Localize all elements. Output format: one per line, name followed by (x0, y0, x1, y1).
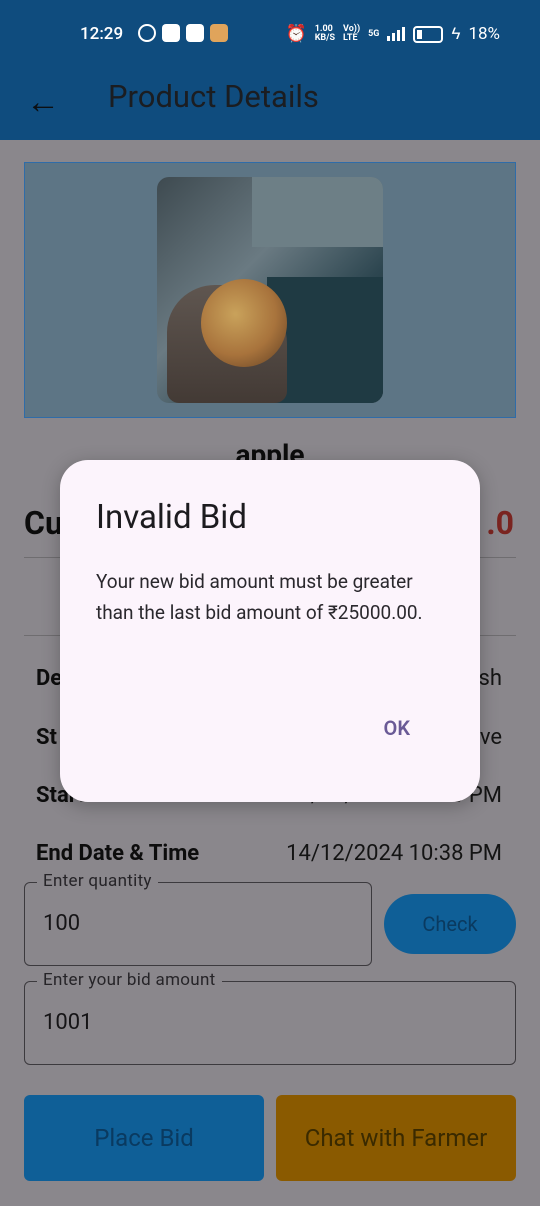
charging-icon: ϟ (451, 24, 461, 44)
end-date-value: 14/12/2024 10:38 PM (286, 841, 502, 866)
detail-label: St (36, 725, 57, 750)
ok-button[interactable]: OK (384, 716, 410, 740)
detail-value: sh (478, 666, 502, 691)
bid-field-label: Enter your bid amount (37, 970, 222, 990)
notification-icons (138, 24, 228, 42)
invalid-bid-dialog: Invalid Bid Your new bid amount must be … (60, 460, 480, 802)
status-indicators: ⏰ 1.00 KB/S Vo)) LTE 5G ϟ 18% (286, 24, 500, 44)
price-label: Cu (24, 504, 63, 542)
network-speed: 1.00 KB/S (314, 24, 336, 43)
product-photo (157, 177, 383, 403)
alarm-icon: ⏰ (285, 24, 307, 44)
photo-apple (201, 279, 287, 367)
detail-value: ve (479, 725, 502, 750)
quantity-field-label: Enter quantity (37, 871, 158, 891)
end-date-label: End Date & Time (36, 841, 200, 866)
bid-value[interactable]: 1001 (43, 1010, 92, 1035)
app-notification-icon (210, 24, 228, 42)
volte-indicator: Vo)) LTE (343, 24, 361, 43)
dialog-message: Your new bid amount must be greater than… (96, 570, 423, 624)
place-bid-button[interactable]: Place Bid (24, 1095, 264, 1181)
screen: 12:29 ⏰ 1.00 KB/S Vo)) LTE 5G ϟ 18% ← Pr… (0, 0, 540, 1206)
price-value: .0 (486, 504, 514, 542)
signal-icon (387, 27, 406, 41)
page-title: Product Details (108, 78, 319, 115)
status-bar: 12:29 ⏰ 1.00 KB/S Vo)) LTE 5G ϟ 18% (0, 0, 540, 68)
dialog-title: Invalid Bid (96, 498, 247, 537)
five-g-indicator: 5G (368, 28, 380, 39)
quantity-value[interactable]: 100 (43, 911, 80, 936)
app-bar: ← Product Details (0, 68, 540, 140)
linkedin-icon (186, 24, 204, 42)
quantity-field[interactable]: Enter quantity 100 (24, 871, 372, 966)
detail-label: De (36, 666, 63, 691)
arrow-left-icon[interactable]: ← (26, 82, 60, 122)
message-icon (162, 24, 180, 42)
status-time: 12:29 (80, 24, 124, 44)
bid-amount-field[interactable]: Enter your bid amount 1001 (24, 970, 516, 1065)
battery-icon (413, 25, 444, 43)
chat-with-farmer-button[interactable]: Chat with Farmer (276, 1095, 516, 1181)
product-image-container (24, 162, 516, 418)
check-button[interactable]: Check (384, 894, 516, 954)
battery-percent: 18% (468, 24, 500, 44)
whatsapp-icon (138, 24, 156, 42)
photo-background (252, 177, 383, 247)
